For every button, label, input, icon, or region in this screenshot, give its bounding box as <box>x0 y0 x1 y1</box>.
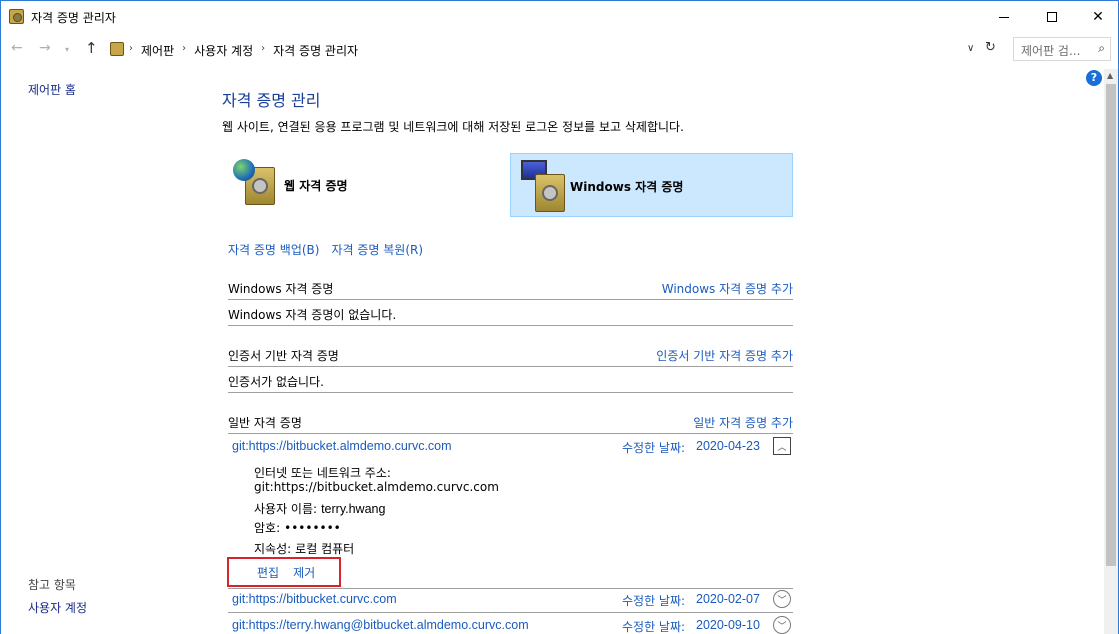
back-arrow-icon[interactable]: ← <box>11 40 23 56</box>
breadcrumb-separator-icon[interactable]: › <box>129 42 133 59</box>
web-credentials-label: 웹 자격 증명 <box>284 179 348 193</box>
minimize-button[interactable] <box>981 1 1027 33</box>
detail-address-value: git:https://bitbucket.almdemo.curvc.com <box>254 480 499 494</box>
window-title: 자격 증명 관리자 <box>31 11 116 25</box>
edit-credential-link[interactable]: 편집 <box>257 564 279 581</box>
address-dropdown-chevron-icon[interactable]: ∨ <box>967 43 974 54</box>
control-panel-home-link[interactable]: 제어판 홈 <box>28 81 76 98</box>
credential-manager-window: 자격 증명 관리자 ✕ ← → ▾ ↑ › 제어판 › 사용자 계정 › 자격 … <box>0 0 1119 634</box>
expand-chevron-down-icon[interactable]: ﹀ <box>773 590 791 608</box>
vault-dial-icon <box>252 178 268 194</box>
web-credentials-tile[interactable]: 웹 자격 증명 <box>227 153 510 217</box>
credential-row[interactable]: git:https://terry.hwang@bitbucket.almdem… <box>228 616 793 634</box>
credential-name[interactable]: git:https://terry.hwang@bitbucket.almdem… <box>232 618 529 632</box>
modified-date: 2020-04-23 <box>696 439 760 453</box>
section-divider <box>228 325 793 326</box>
windows-credentials-label: Windows 자격 증명 <box>570 180 684 194</box>
section-divider <box>228 392 793 393</box>
windows-credentials-empty-text: Windows 자격 증명이 없습니다. <box>228 308 397 322</box>
detail-username-value: terry.hwang <box>321 502 386 516</box>
page-description: 웹 사이트, 연결된 응용 프로그램 및 네트워크에 대해 저장된 로그온 정보… <box>222 120 684 134</box>
credential-row[interactable]: git:https://bitbucket.curvc.com 수정한 날짜: … <box>228 590 793 614</box>
detail-address-label: 인터넷 또는 네트워크 주소: <box>254 466 391 480</box>
collapse-chevron-up-icon[interactable]: ︿ <box>773 437 791 455</box>
windows-credentials-tile[interactable]: Windows 자격 증명 <box>510 153 793 217</box>
minimize-icon <box>999 16 1009 18</box>
section-title: Windows 자격 증명 <box>228 282 334 296</box>
credential-row[interactable]: git:https://bitbucket.almdemo.curvc.com … <box>228 437 793 461</box>
scroll-thumb[interactable] <box>1106 84 1116 566</box>
credential-name[interactable]: git:https://bitbucket.curvc.com <box>232 592 397 606</box>
recent-locations-chevron-icon[interactable]: ▾ <box>65 45 69 54</box>
breadcrumb-separator-icon[interactable]: › <box>261 42 265 59</box>
detail-persistence-label: 지속성: <box>254 542 292 556</box>
credential-name[interactable]: git:https://bitbucket.almdemo.curvc.com <box>232 439 452 453</box>
breadcrumb-user-accounts[interactable]: 사용자 계정 <box>194 42 253 59</box>
modified-date-label: 수정한 날짜: <box>622 441 686 455</box>
up-arrow-icon[interactable]: ↑ <box>85 39 98 57</box>
title-bar: 자격 증명 관리자 ✕ <box>1 1 1118 33</box>
restore-credentials-link[interactable]: 자격 증명 복원(R) <box>331 241 423 258</box>
detail-persistence: 지속성: 로컬 컴퓨터 <box>254 540 354 557</box>
modified-date-label: 수정한 날짜: <box>622 594 686 608</box>
backup-restore-links: 자격 증명 백업(B) 자격 증명 복원(R) <box>228 241 423 258</box>
globe-icon <box>233 159 255 181</box>
refresh-icon[interactable]: ↻ <box>985 40 996 55</box>
modified-date: 2020-02-07 <box>696 592 760 606</box>
section-divider <box>228 433 793 434</box>
certificate-empty-text: 인증서가 없습니다. <box>228 375 324 389</box>
forward-arrow-icon[interactable]: → <box>39 40 51 56</box>
vault-dial-icon <box>542 185 558 201</box>
breadcrumb-control-panel[interactable]: 제어판 <box>141 42 174 59</box>
search-icon[interactable]: ⌕ <box>1098 41 1105 56</box>
help-icon[interactable]: ? <box>1086 70 1102 86</box>
maximize-icon <box>1047 12 1057 22</box>
remove-credential-link[interactable]: 제거 <box>293 564 315 581</box>
detail-username-label: 사용자 이름: <box>254 502 318 516</box>
scroll-up-arrow-icon[interactable]: ▲ <box>1107 71 1113 80</box>
see-also-heading: 참고 항목 <box>28 578 76 592</box>
detail-password: 암호: •••••••• <box>254 519 341 536</box>
search-placeholder: 제어판 검... <box>1021 44 1081 58</box>
close-icon: ✕ <box>1092 9 1104 25</box>
maximize-button[interactable] <box>1029 1 1075 33</box>
section-title: 인증서 기반 자격 증명 <box>228 349 339 363</box>
credential-manager-icon <box>9 9 24 24</box>
detail-password-value: •••••••• <box>284 521 341 535</box>
close-button[interactable]: ✕ <box>1075 1 1119 33</box>
breadcrumb-separator-icon[interactable]: › <box>182 42 186 59</box>
section-divider <box>228 299 793 300</box>
add-generic-credential-link[interactable]: 일반 자격 증명 추가 <box>693 414 793 431</box>
breadcrumb-credential-manager[interactable]: 자격 증명 관리자 <box>273 42 358 59</box>
detail-persistence-value: 로컬 컴퓨터 <box>295 542 355 556</box>
section-divider <box>228 612 793 613</box>
user-accounts-link[interactable]: 사용자 계정 <box>28 599 87 616</box>
breadcrumb: › 제어판 › 사용자 계정 › 자격 증명 관리자 <box>129 42 358 59</box>
detail-password-label: 암호: <box>254 521 281 535</box>
vault-icon <box>535 174 565 212</box>
expand-chevron-down-icon[interactable]: ﹀ <box>773 616 791 634</box>
control-panel-icon <box>110 42 124 56</box>
section-divider <box>228 366 793 367</box>
section-divider <box>228 588 793 589</box>
credential-actions: 편집 제거 <box>257 564 315 581</box>
backup-credentials-link[interactable]: 자격 증명 백업(B) <box>228 241 319 258</box>
address-bar: ← → ▾ ↑ › 제어판 › 사용자 계정 › 자격 증명 관리자 ∨ ↻ 제… <box>1 35 1118 65</box>
page-title: 자격 증명 관리 <box>222 91 321 110</box>
add-windows-credential-link[interactable]: Windows 자격 증명 추가 <box>662 280 793 297</box>
vertical-scrollbar[interactable]: ▲ <box>1104 69 1118 634</box>
section-title: 일반 자격 증명 <box>228 416 302 430</box>
add-certificate-credential-link[interactable]: 인증서 기반 자격 증명 추가 <box>656 347 793 364</box>
search-input[interactable]: 제어판 검... ⌕ <box>1013 37 1111 61</box>
modified-date: 2020-09-10 <box>696 618 760 632</box>
modified-date-label: 수정한 날짜: <box>622 620 686 634</box>
detail-username: 사용자 이름: terry.hwang <box>254 500 385 517</box>
